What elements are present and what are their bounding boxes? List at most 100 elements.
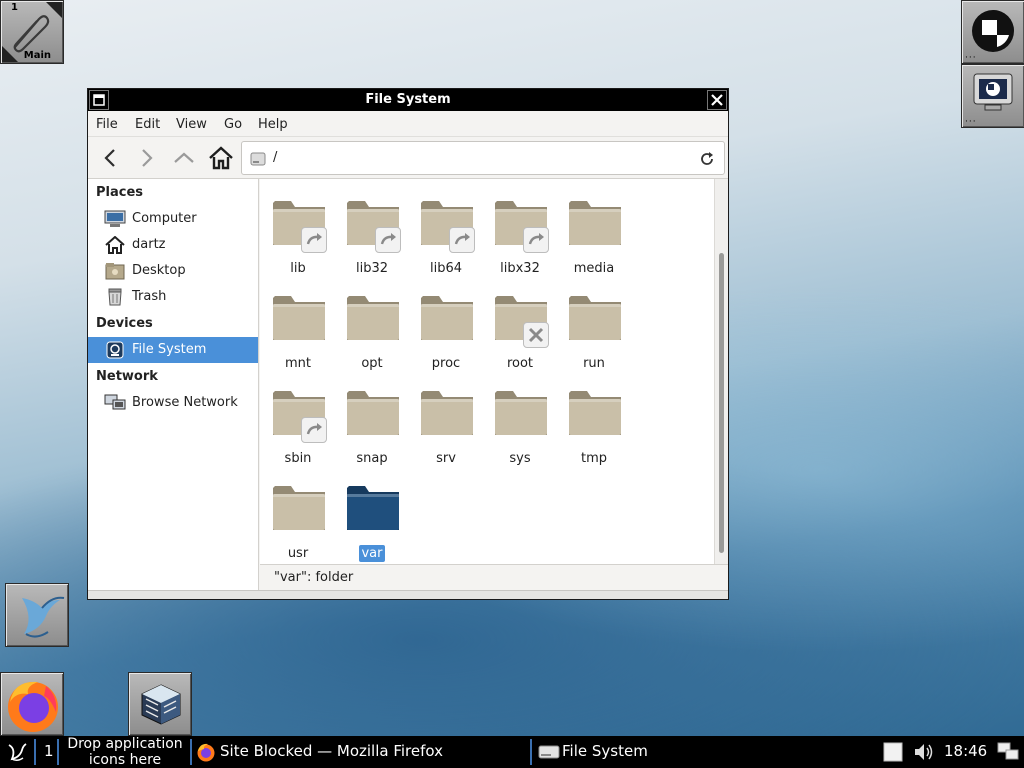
folder-name: lib32	[335, 261, 409, 276]
menu-help[interactable]: Help	[258, 117, 288, 132]
vertical-scrollbar[interactable]	[714, 179, 728, 564]
folder-icon	[347, 391, 399, 435]
folder-item-mnt[interactable]: mnt	[261, 286, 335, 376]
taskbar-separator	[190, 739, 192, 765]
up-arrow-icon	[174, 152, 194, 163]
menu-go[interactable]: Go	[224, 117, 242, 132]
folder-item-lib64[interactable]: lib64	[409, 191, 483, 281]
menu-view[interactable]: View	[176, 117, 207, 132]
folder-item-sys[interactable]: sys	[483, 381, 557, 471]
menu-edit[interactable]: Edit	[135, 117, 160, 132]
home-button[interactable]	[207, 145, 235, 171]
desktop-folder-icon	[105, 263, 125, 280]
up-button[interactable]	[170, 145, 198, 171]
task-file-system[interactable]: File System	[536, 736, 836, 768]
folder-item-srv[interactable]: srv	[409, 381, 483, 471]
clock[interactable]: 18:46	[944, 742, 987, 760]
folder-name-text: root	[506, 356, 534, 371]
drive-icon	[250, 152, 266, 166]
folder-item-lib[interactable]: lib	[261, 191, 335, 281]
folder-item-usr[interactable]: usr	[261, 476, 335, 566]
sidebar-item-trash[interactable]: Trash	[88, 284, 258, 310]
folder-icon	[569, 296, 621, 340]
folder-item-media[interactable]: media	[557, 191, 631, 281]
dock-dots: ···	[965, 53, 977, 63]
sidebar-item-computer[interactable]: Computer	[88, 206, 258, 232]
workspace-switcher[interactable]: 1	[44, 742, 54, 760]
folder-item-tmp[interactable]: tmp	[557, 381, 631, 471]
dock-dots: ···	[965, 117, 977, 127]
menu-bar: File Edit View Go Help	[88, 111, 728, 137]
path-bar[interactable]: /	[241, 141, 725, 175]
folder-name: lib64	[409, 261, 483, 276]
workspace-name: Main	[23, 50, 51, 61]
status-bar: "var": folder	[260, 564, 728, 590]
dock-logo-tile[interactable]: ···	[961, 0, 1024, 64]
folder-icon	[569, 391, 621, 435]
firefox-launcher-tile[interactable]	[0, 672, 64, 736]
sidebar-item-dartz[interactable]: dartz	[88, 232, 258, 258]
folder-name-text: srv	[436, 451, 456, 466]
back-button[interactable]	[96, 145, 124, 171]
close-icon	[711, 94, 723, 106]
window-titlebar[interactable]: File System	[88, 89, 728, 111]
file-manager-window: File System File Edit View Go Help / Pla	[87, 88, 729, 600]
reload-icon[interactable]	[698, 150, 716, 168]
sidebar-item-label: Computer	[132, 211, 197, 226]
drive-icon	[538, 745, 560, 759]
dock-monitor-tile[interactable]: ···	[961, 64, 1024, 128]
minimize-button[interactable]	[89, 90, 109, 110]
menu-file[interactable]: File	[96, 117, 118, 132]
bird-logo-icon	[22, 596, 65, 638]
home-icon	[209, 146, 233, 170]
folder-name: root	[483, 356, 557, 371]
forward-arrow-icon	[142, 149, 153, 167]
scrollbar-thumb[interactable]	[719, 253, 724, 553]
window-title: File System	[365, 92, 451, 107]
window-bottom-edge[interactable]	[88, 590, 728, 599]
symlink-arrow-icon	[301, 417, 327, 443]
folder-item-proc[interactable]: proc	[409, 286, 483, 376]
folder-name: var	[335, 545, 409, 562]
folder-icon	[273, 296, 325, 340]
folder-name: opt	[335, 356, 409, 371]
folder-name-text: run	[583, 356, 605, 371]
volume-icon[interactable]	[913, 742, 935, 762]
symlink-arrow-icon	[449, 227, 475, 253]
task-label: Site Blocked — Mozilla Firefox	[220, 742, 443, 760]
task-firefox[interactable]: Site Blocked — Mozilla Firefox	[194, 736, 528, 768]
notes-tray-icon[interactable]	[883, 742, 903, 762]
sidebar-item-desktop[interactable]: Desktop	[88, 258, 258, 284]
launcher-drop-area[interactable]: Drop application icons here	[60, 736, 190, 768]
folder-item-var[interactable]: var	[335, 476, 409, 566]
folder-item-sbin[interactable]: sbin	[261, 381, 335, 471]
app-menu-icon[interactable]	[6, 741, 28, 763]
package-launcher-tile[interactable]	[128, 672, 192, 736]
folder-name-text: proc	[431, 356, 461, 371]
folder-name: usr	[261, 546, 335, 561]
folder-item-root[interactable]: root	[483, 286, 557, 376]
folder-item-lib32[interactable]: lib32	[335, 191, 409, 281]
folder-item-run[interactable]: run	[557, 286, 631, 376]
sidebar-item-label: Desktop	[132, 263, 186, 278]
folder-item-libx32[interactable]: libx32	[483, 191, 557, 281]
sidebar-item-file-system[interactable]: File System	[88, 337, 258, 363]
forward-button[interactable]	[133, 145, 161, 171]
clip-arrow-icon	[2, 46, 18, 62]
network-tray-icon[interactable]	[997, 742, 1019, 762]
folder-icon	[569, 201, 621, 245]
folder-name-text: opt	[361, 356, 383, 371]
bird-launcher-tile[interactable]	[5, 583, 69, 647]
close-button[interactable]	[707, 90, 727, 110]
folder-name-text: lib32	[355, 261, 389, 276]
network-icon	[104, 394, 126, 410]
folder-item-opt[interactable]: opt	[335, 286, 409, 376]
folder-name-text: usr	[287, 546, 309, 561]
sidebar-item-browse-network[interactable]: Browse Network	[88, 390, 258, 416]
folder-icon	[347, 296, 399, 340]
folder-name-text: var	[359, 545, 385, 562]
folder-name-text: sys	[509, 451, 531, 466]
toolbar: /	[88, 137, 728, 179]
folder-item-snap[interactable]: snap	[335, 381, 409, 471]
workspace-clip-tile[interactable]: 1 Main	[0, 0, 64, 64]
